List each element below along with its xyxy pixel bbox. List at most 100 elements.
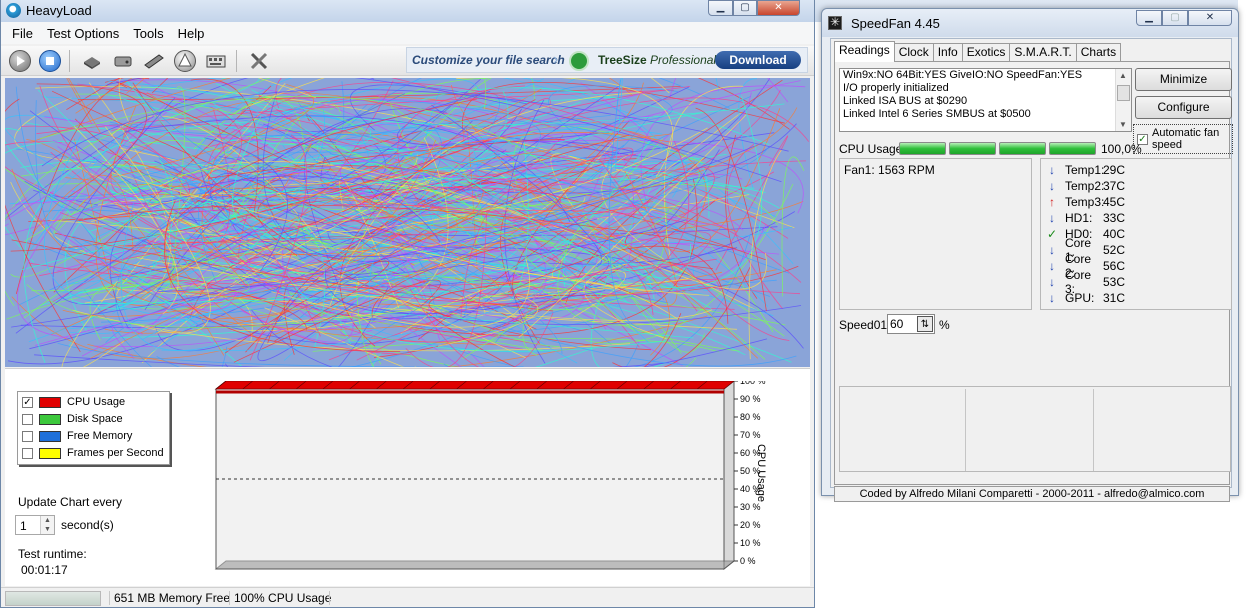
update-interval-value[interactable]: 1 [20, 519, 27, 533]
tab-info[interactable]: Info [932, 43, 963, 62]
cpu-usage-chart: 100 % 90 % 80 % 70 % 60 % 50 % 40 % 30 % 20 % 10 … [210, 376, 770, 577]
speedfan-titlebar[interactable]: SpeedFan 4.45 ▁ ▢ ✕ [822, 9, 1238, 37]
maximize-button[interactable]: ▢ [733, 0, 757, 16]
keyboard-icon [206, 55, 226, 68]
speed01-value[interactable]: 60 [890, 317, 903, 331]
legend-label: CPU Usage [67, 396, 126, 408]
menu-test-options[interactable]: Test Options [40, 26, 126, 41]
legend-cpu-usage[interactable]: ✓ CPU Usage [22, 394, 125, 410]
download-button[interactable]: Download [715, 51, 801, 69]
tab-clock[interactable]: Clock [893, 43, 934, 62]
speedfan-minimize-button[interactable]: ▁ [1136, 10, 1162, 26]
cpu-core-bar [949, 142, 996, 155]
cpu-usage-label: CPU Usage [839, 142, 903, 156]
tab-exotics[interactable]: Exotics [961, 43, 1011, 62]
runtime-value: 00:01:17 [21, 563, 68, 577]
tab-smart[interactable]: S.M.A.R.T. [1009, 43, 1077, 62]
temp-name: Temp1: [1065, 163, 1105, 177]
gpu-load-toggle[interactable] [174, 50, 196, 72]
chart-frame-floor [214, 560, 736, 570]
temp-name: GPU: [1065, 291, 1095, 305]
menu-tools[interactable]: Tools [126, 26, 170, 41]
toolbar-separator [69, 50, 70, 72]
credit-bar: Coded by Alfredo Milani Comparetti - 200… [834, 486, 1230, 502]
start-test-button[interactable] [9, 50, 31, 72]
temp-name: HD1: [1065, 211, 1093, 225]
toolbar: Customize your file search › TreeSize Pr… [1, 46, 814, 76]
speedfan-window: SpeedFan 4.45 ▁ ▢ ✕ Readings Clock Info … [821, 8, 1239, 502]
close-button[interactable]: ✕ [757, 0, 800, 16]
menu-help[interactable]: Help [171, 26, 212, 41]
heavyload-titlebar[interactable]: HeavyLoad ▁ ▢ ✕ [1, 0, 814, 22]
legend-frames-per-second[interactable]: Frames per Second [22, 445, 164, 461]
cpu-chip-icon [84, 57, 100, 69]
treesize-ad-banner[interactable]: Customize your file search › TreeSize Pr… [406, 47, 808, 73]
tab-readings[interactable]: Readings [834, 41, 895, 62]
speed01-input[interactable]: 60 ⇅ [887, 314, 935, 334]
legend-checkbox[interactable]: ✓ [22, 396, 33, 408]
legend-checkbox[interactable] [22, 413, 33, 425]
runtime-label: Test runtime: [18, 547, 87, 561]
memory-load-toggle[interactable] [143, 50, 165, 72]
legend-label: Disk Space [67, 413, 123, 425]
minimize-button[interactable]: ▁ [708, 0, 733, 16]
chart-legend: ✓ CPU Usage Disk Space Free Memory Frame… [17, 391, 170, 465]
stop-test-button[interactable] [39, 50, 61, 72]
configure-button[interactable]: Configure [1135, 96, 1232, 119]
automatic-fan-speed-checkbox[interactable]: ✓ Automatic fan speed [1133, 124, 1233, 154]
play-icon [17, 56, 25, 66]
cpu-usage-value: 100,0% [1101, 142, 1142, 156]
ad-text: Customize your file search [412, 53, 565, 67]
fan1-reading: Fan1: 1563 RPM [844, 163, 935, 177]
automatic-fan-speed-label: Automatic fan speed [1152, 127, 1220, 151]
update-interval-spinner[interactable]: 1 ▲ ▼ [15, 515, 55, 535]
temp-row-temp2: ↓ Temp2: 37C [1045, 178, 1125, 194]
chart-panel: ✓ CPU Usage Disk Space Free Memory Frame… [5, 368, 810, 586]
speedfan-maximize-button[interactable]: ▢ [1162, 10, 1188, 26]
legend-checkbox[interactable] [22, 447, 33, 459]
speedfan-close-button[interactable]: ✕ [1188, 10, 1232, 26]
arrow-down-icon: ↓ [1049, 259, 1055, 273]
temp-value: 52C [1103, 243, 1126, 257]
disk-load-toggle[interactable] [112, 50, 134, 72]
update-interval-unit: second(s) [61, 518, 114, 532]
minimize-button[interactable]: Minimize [1135, 68, 1232, 91]
log-line: I/O properly initialized [843, 82, 949, 94]
legend-disk-space[interactable]: Disk Space [22, 411, 123, 427]
temp-row-temp1: ↓ Temp1: 29C [1045, 162, 1125, 178]
temp-row-hd1: ↓ HD1: 33C [1045, 210, 1125, 226]
treesize-logo-icon [569, 51, 589, 71]
stop-icon [46, 57, 54, 65]
legend-checkbox[interactable] [22, 430, 33, 442]
menu-file[interactable]: File [5, 26, 40, 41]
test-path-toggle[interactable] [205, 50, 227, 72]
temp-value: 45C [1103, 195, 1126, 209]
arrow-down-icon: ↓ [1049, 243, 1055, 257]
readings-panel: Win9x:NO 64Bit:YES GiveIO:NO SpeedFan:YE… [834, 61, 1233, 485]
settings-button[interactable] [248, 50, 270, 72]
log-scrollbar[interactable]: ▲ ▼ [1115, 69, 1131, 131]
y-tick-label: 10 % [740, 538, 761, 548]
cpu-load-toggle[interactable] [81, 50, 103, 72]
spinner-arrows-icon[interactable]: ▲ ▼ [40, 516, 54, 534]
chart-frame-side [723, 379, 735, 571]
arrow-down-icon: ↓ [1049, 163, 1055, 177]
legend-free-memory[interactable]: Free Memory [22, 428, 132, 444]
scroll-up-icon[interactable]: ▲ [1119, 71, 1127, 80]
temp-value: 56C [1103, 259, 1126, 273]
log-textbox[interactable]: Win9x:NO 64Bit:YES GiveIO:NO SpeedFan:YE… [839, 68, 1132, 132]
temp-value: 31C [1103, 291, 1126, 305]
y-tick-label: 90 % [740, 394, 761, 404]
arrow-down-icon: ↓ [1049, 275, 1055, 289]
tab-charts[interactable]: Charts [1075, 43, 1122, 62]
temp-name: Temp3: [1065, 195, 1105, 209]
arrow-down-icon: ↓ [1049, 211, 1055, 225]
spinner-arrows-icon[interactable]: ⇅ [917, 316, 933, 332]
legend-swatch [39, 447, 61, 459]
y-tick-label: 20 % [740, 520, 761, 530]
legend-label: Frames per Second [67, 447, 164, 459]
scrollbar-thumb[interactable] [1117, 85, 1130, 101]
y-tick-label: 100 % [740, 381, 766, 386]
scroll-down-icon[interactable]: ▼ [1119, 120, 1127, 129]
gpu-sphere-icon [178, 52, 192, 67]
